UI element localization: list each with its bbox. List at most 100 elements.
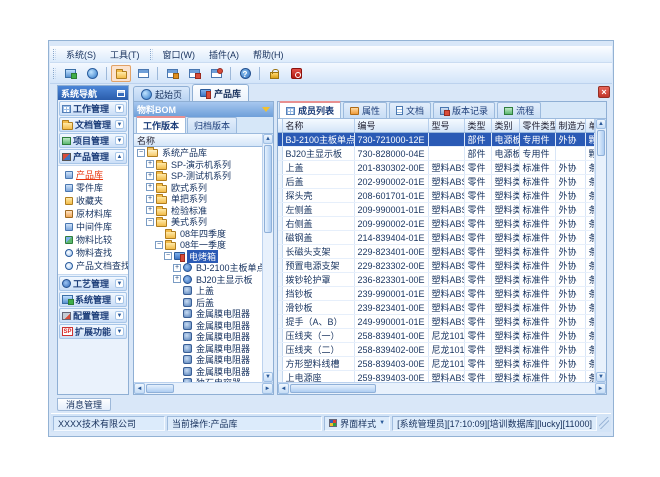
scroll-down-icon[interactable]: ▼ bbox=[263, 372, 273, 382]
filter-icon[interactable] bbox=[262, 107, 270, 112]
table-row[interactable]: 挡钞板239-990001-01E塑料ABS零件塑料类标准件外协条 bbox=[278, 287, 595, 301]
help-button[interactable] bbox=[235, 65, 255, 82]
members-tab[interactable]: 成员列表 bbox=[279, 101, 341, 118]
chevron-down-icon[interactable]: ▼ bbox=[115, 120, 124, 129]
chevron-down-icon[interactable]: ▼ bbox=[115, 104, 124, 113]
version-tab[interactable]: 归档版本 bbox=[187, 117, 237, 133]
table-row[interactable]: 右侧盖209-990002-01E塑料ABS零件塑料类标准件外协条 bbox=[278, 217, 595, 231]
scroll-right-icon[interactable]: ► bbox=[262, 383, 273, 394]
menu-item[interactable]: 工具(T) bbox=[103, 46, 147, 63]
column-header[interactable]: 零件类型 bbox=[519, 119, 555, 133]
chevron-down-icon[interactable]: ▼ bbox=[115, 279, 124, 288]
column-header[interactable]: 型号 bbox=[428, 119, 464, 133]
chevron-down-icon[interactable]: ▼ bbox=[115, 136, 124, 145]
window-close-button[interactable] bbox=[184, 65, 204, 82]
desktop-button[interactable] bbox=[60, 65, 80, 82]
table-row[interactable]: 拨钞轮护罩236-823301-00E塑料ABS零件塑料类标准件外协条 bbox=[278, 273, 595, 287]
tree-vscroll-thumb[interactable] bbox=[264, 145, 272, 233]
globe-button[interactable] bbox=[82, 65, 102, 82]
menu-item[interactable]: 插件(A) bbox=[202, 46, 246, 63]
nav-group[interactable]: 扩展功能▼ bbox=[59, 324, 127, 339]
nav-group[interactable]: 产品管理▲ bbox=[59, 149, 127, 164]
table-row[interactable]: 左侧盖209-990001-01E塑料ABS零件塑料类标准件外协条 bbox=[278, 203, 595, 217]
nav-item[interactable]: 物料比较 bbox=[58, 233, 128, 246]
table-row[interactable]: 提手（A、B）249-990001-01E塑料ABS零件塑料类标准件外协条 bbox=[278, 315, 595, 329]
nav-item[interactable]: 物料查找 bbox=[58, 246, 128, 259]
lock-button[interactable] bbox=[264, 65, 284, 82]
scroll-up-icon[interactable]: ▲ bbox=[263, 134, 273, 144]
power-button[interactable] bbox=[286, 65, 306, 82]
chevron-down-icon[interactable]: ▼ bbox=[115, 311, 124, 320]
table-row[interactable]: 后盖202-990002-01E塑料ABS零件塑料类标准件外协条 bbox=[278, 175, 595, 189]
nav-item[interactable]: 中间件库 bbox=[58, 220, 128, 233]
members-tab[interactable]: 流程 bbox=[497, 102, 541, 118]
tree-vertical-scrollbar[interactable]: ▲ ▼ bbox=[262, 134, 273, 382]
table-row[interactable]: 压线夹（二）258-839402-00E尼龙1010零件塑料类标准件外协条 bbox=[278, 343, 595, 357]
table-row[interactable]: 长磁头支架229-823401-00E塑料ABS零件塑料类标准件外协条 bbox=[278, 245, 595, 259]
tree-horizontal-scrollbar[interactable]: ◄ ► bbox=[134, 382, 273, 394]
expand-toggle-icon[interactable]: − bbox=[137, 149, 145, 157]
column-header[interactable]: 类别 bbox=[491, 119, 519, 133]
scroll-up-icon[interactable]: ▲ bbox=[596, 119, 606, 129]
table-vscroll-track[interactable] bbox=[596, 157, 606, 372]
table-row[interactable]: 磁钢盖214-839404-01E塑料ABS零件塑料类标准件外协条 bbox=[278, 231, 595, 245]
nav-item[interactable]: 产品库 bbox=[58, 168, 128, 181]
folder-button[interactable] bbox=[111, 65, 131, 82]
tree-hscroll-track[interactable] bbox=[175, 383, 262, 394]
table-row[interactable]: BJ-2100主板单点730-721000-12E部件电源板专用件外协颗 bbox=[278, 133, 595, 147]
table-row[interactable]: 方形塑料线槽258-839403-00E尼龙1010零件塑料类标准件外协条 bbox=[278, 357, 595, 371]
table-vertical-scrollbar[interactable]: ▲ ▼ bbox=[595, 119, 606, 382]
column-header[interactable]: 名称 bbox=[282, 119, 354, 133]
expand-toggle-icon[interactable]: − bbox=[146, 218, 154, 226]
nav-item[interactable]: 产品文档查找 bbox=[58, 259, 128, 272]
nav-group[interactable]: 工作管理▼ bbox=[59, 101, 127, 116]
table-horizontal-scrollbar[interactable]: ◄ ► bbox=[278, 382, 606, 394]
tree-column-header[interactable]: 名称 bbox=[134, 134, 262, 147]
nav-item[interactable]: 原材料库 bbox=[58, 207, 128, 220]
menu-item[interactable]: 帮助(H) bbox=[246, 46, 291, 63]
message-panel-tab[interactable]: 消息管理 bbox=[57, 398, 111, 411]
table-row[interactable]: 压线夹（一）258-839401-00E尼龙1010零件塑料类标准件外协条 bbox=[278, 329, 595, 343]
doc-tab[interactable]: 起始页 bbox=[133, 86, 190, 101]
chevron-down-icon[interactable]: ▼ bbox=[115, 295, 124, 304]
table-vscroll-thumb[interactable] bbox=[597, 130, 605, 156]
table-row[interactable]: 滑钞板239-823401-00E塑料ABS零件塑料类标准件外协条 bbox=[278, 301, 595, 315]
table-row[interactable]: 上电源座259-839403-00E塑料ABS零件塑料类标准件外协条 bbox=[278, 371, 595, 383]
scroll-right-icon[interactable]: ► bbox=[595, 383, 606, 394]
expand-toggle-icon[interactable]: + bbox=[146, 172, 154, 180]
expand-toggle-icon[interactable]: − bbox=[164, 252, 172, 260]
table-row[interactable]: 预置电源支架229-823302-00E塑料ABS零件塑料类标准件外协条 bbox=[278, 259, 595, 273]
table-row[interactable]: 上盖201-830302-00E塑料ABS零件塑料类标准件外协条 bbox=[278, 161, 595, 175]
table-hscroll-thumb[interactable] bbox=[290, 384, 376, 393]
expand-toggle-icon[interactable]: + bbox=[173, 275, 181, 283]
nav-group[interactable]: 文档管理▼ bbox=[59, 117, 127, 132]
tree-vscroll-track[interactable] bbox=[263, 234, 273, 372]
column-header[interactable]: 类型 bbox=[464, 119, 491, 133]
toolbar-grip[interactable] bbox=[53, 68, 56, 79]
style-selector[interactable]: 界面样式 ▼ bbox=[324, 416, 390, 431]
nav-item[interactable]: 收藏夹 bbox=[58, 194, 128, 207]
menu-item[interactable]: 窗口(W) bbox=[156, 46, 203, 63]
scroll-left-icon[interactable]: ◄ bbox=[278, 383, 289, 394]
expand-toggle-icon[interactable]: + bbox=[146, 160, 154, 168]
window-refresh-button[interactable] bbox=[206, 65, 226, 82]
close-icon[interactable] bbox=[598, 86, 610, 98]
expand-toggle-icon[interactable]: + bbox=[146, 183, 154, 191]
expand-toggle-icon[interactable]: + bbox=[146, 195, 154, 203]
version-tab[interactable]: 工作版本 bbox=[136, 116, 186, 133]
table-row[interactable]: 探头壳208-601701-01E塑料ABS零件塑料类标准件外协条 bbox=[278, 189, 595, 203]
members-tab[interactable]: 文档 bbox=[389, 102, 431, 118]
nav-group[interactable]: 配置管理▼ bbox=[59, 308, 127, 323]
nav-group[interactable]: 项目管理▼ bbox=[59, 133, 127, 148]
members-tab[interactable]: 属性 bbox=[343, 102, 387, 118]
column-header[interactable]: 编号 bbox=[354, 119, 428, 133]
table-hscroll-track[interactable] bbox=[377, 383, 595, 394]
doc-tab[interactable]: 产品库 bbox=[192, 84, 249, 101]
expand-toggle-icon[interactable]: + bbox=[173, 264, 181, 272]
column-header[interactable]: 单位 bbox=[585, 119, 595, 133]
menu-item[interactable]: 系统(S) bbox=[59, 46, 103, 63]
nav-item[interactable]: 零件库 bbox=[58, 181, 128, 194]
chevron-up-icon[interactable]: ▲ bbox=[115, 152, 124, 161]
menubar-grip[interactable] bbox=[53, 49, 56, 60]
window-new-button[interactable] bbox=[162, 65, 182, 82]
